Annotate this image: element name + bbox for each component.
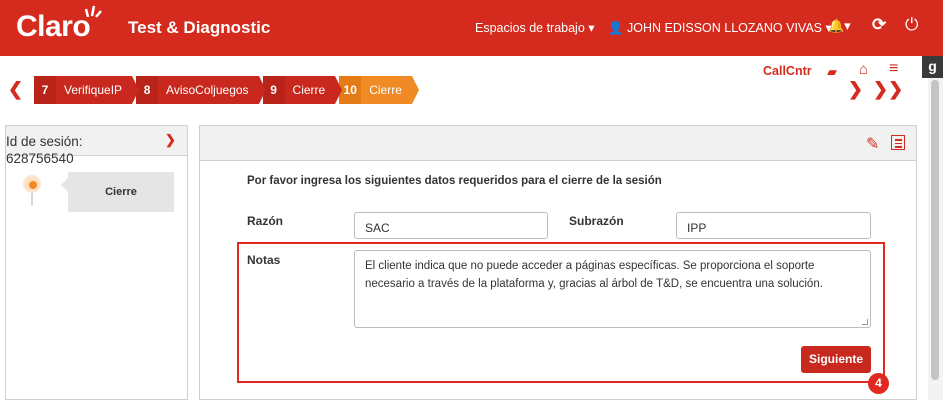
pencil-icon[interactable]: ✎ bbox=[866, 134, 879, 154]
folder-icon[interactable]: ▰ bbox=[827, 64, 837, 80]
notifications-bell-icon[interactable]: 🔔▾ bbox=[828, 18, 851, 34]
step-breadcrumb: 7 VerifiqueIP 8 AvisoColjuegos 9 Cierre 10 C… bbox=[34, 76, 419, 104]
list-icon[interactable] bbox=[891, 135, 905, 150]
brand-name: Claro bbox=[16, 10, 91, 43]
step-8[interactable]: 8 AvisoColjuegos bbox=[136, 76, 266, 104]
razon-field[interactable]: SAC bbox=[354, 212, 548, 239]
step-number: 8 bbox=[136, 76, 159, 104]
step-label: Cierre bbox=[292, 83, 326, 97]
callcntr-link[interactable]: CallCntr bbox=[763, 64, 812, 78]
user-icon: 👤 bbox=[608, 21, 628, 35]
step-label: VerifiqueIP bbox=[64, 83, 123, 97]
session-panel-header: Id de sesión: 628756540 ❯ bbox=[6, 126, 187, 166]
power-icon[interactable]: ⏻ bbox=[905, 15, 918, 35]
user-menu[interactable]: 👤 JOHN EDISSON LLOZANO VIVAS ▾ bbox=[608, 20, 832, 36]
chevron-left-icon[interactable]: ❮ bbox=[8, 79, 23, 100]
workspaces-dropdown[interactable]: Espacios de trabajo ▾ bbox=[475, 20, 595, 35]
annotation-highlight-box bbox=[237, 242, 885, 383]
step-number: 7 bbox=[34, 76, 56, 104]
session-id-label: Id de sesión: bbox=[6, 134, 83, 149]
step-7[interactable]: 7 VerifiqueIP bbox=[34, 76, 140, 104]
step-number: 9 bbox=[262, 76, 285, 104]
step-9[interactable]: 9 Cierre bbox=[262, 76, 342, 104]
step-10-active[interactable]: 10 Cierre bbox=[339, 76, 419, 104]
subrazon-label: Subrazón bbox=[569, 214, 624, 228]
home-icon[interactable]: ⌂ bbox=[859, 61, 868, 78]
app-title: Test & Diagnostic bbox=[128, 18, 271, 37]
step-number: 10 bbox=[339, 76, 362, 104]
subrazon-field[interactable]: IPP bbox=[676, 212, 871, 239]
session-id-value: 628756540 bbox=[6, 151, 74, 166]
session-panel: Id de sesión: 628756540 ❯ Cierre bbox=[5, 125, 188, 400]
chevron-down-icon[interactable]: ❯ bbox=[165, 132, 176, 148]
top-navbar: Claro Test & Diagnostic Espacios de trab… bbox=[0, 0, 943, 56]
double-chevron-right-icon[interactable]: ❯❯ bbox=[873, 79, 903, 100]
user-name: JOHN EDISSON LLOZANO VIVAS ▾ bbox=[627, 21, 832, 35]
form-panel-header: ✎ bbox=[200, 126, 916, 161]
scrollbar-thumb[interactable] bbox=[931, 80, 939, 380]
timeline-card[interactable]: Cierre bbox=[61, 172, 174, 212]
annotation-step-marker: 4 bbox=[868, 373, 889, 394]
form-instructions: Por favor ingresa los siguientes datos r… bbox=[247, 175, 662, 187]
step-label: AvisoColjuegos bbox=[166, 83, 249, 97]
extension-g-badge[interactable]: g bbox=[922, 56, 943, 78]
refresh-icon[interactable]: ⟳ bbox=[872, 15, 886, 35]
razon-label: Razón bbox=[247, 214, 283, 228]
logo-rays-icon bbox=[84, 5, 102, 18]
timeline-dot-icon bbox=[23, 175, 41, 193]
step-label: Cierre bbox=[369, 83, 402, 97]
menu-icon[interactable]: ≡ bbox=[889, 60, 898, 78]
claro-logo[interactable]: Claro bbox=[16, 10, 91, 44]
chevron-right-icon[interactable]: ❯ bbox=[848, 79, 863, 100]
